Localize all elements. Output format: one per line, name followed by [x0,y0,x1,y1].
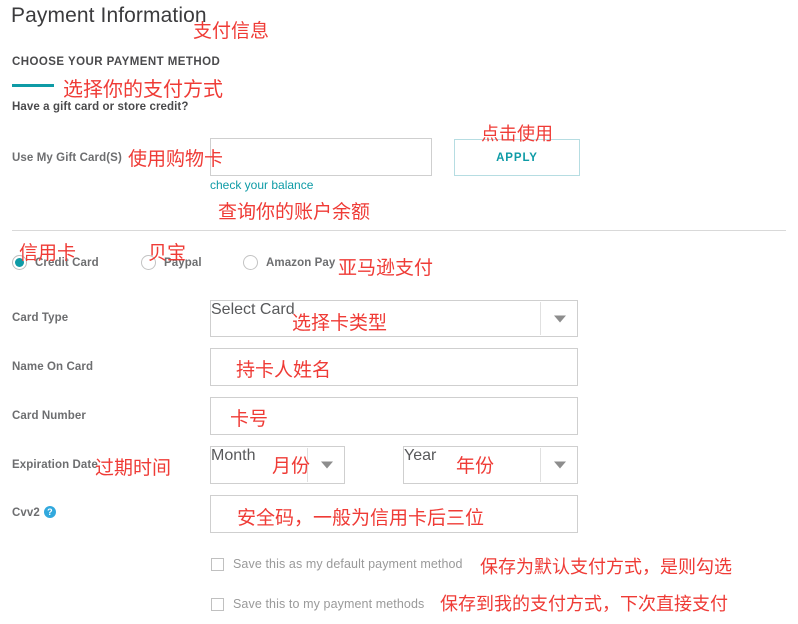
card-type-label: Card Type [12,312,69,324]
annotation-text: 过期时间 [95,457,172,479]
check-balance-link[interactable]: check your balance [210,178,313,192]
checkbox-label-save-payment-method: Save this to my payment methods [233,597,425,611]
radio-icon-amazon-pay[interactable] [243,255,258,270]
expiration-year-select-divider [540,448,541,482]
annotation-text: 选择卡类型 [292,312,388,334]
name-on-card-label: Name On Card [12,361,94,373]
annotation-text: 信用卡 [19,242,77,264]
card-type-select-divider [540,302,541,335]
annotation-text: 保存到我的支付方式，下次直接支付 [440,594,728,615]
checkbox-row-default-payment[interactable]: Save this as my default payment method [211,557,463,571]
help-question-icon[interactable]: ? [43,506,56,518]
annotation-text: 卡号 [230,408,269,430]
expiration-year-placeholder: Year [404,447,437,464]
annotation-text: 贝宝 [148,242,187,264]
card-type-placeholder: Select Card [211,301,295,318]
checkbox-icon-default-payment[interactable] [211,557,224,571]
gift-card-label: Use My Gift Card(S) [12,152,122,164]
annotation-text: 查询你的账户余额 [218,201,371,223]
section-heading: CHOOSE YOUR PAYMENT METHOD [12,56,221,68]
card-number-label: Card Number [12,410,86,422]
annotation-text: 保存为默认支付方式，是则勾选 [480,557,732,578]
radio-label-amazon-pay: Amazon Pay [266,256,336,269]
checkbox-row-save-payment-method[interactable]: Save this to my payment methods [211,597,424,611]
annotation-text: 安全码，一般为信用卡后三位 [237,507,485,529]
accent-bar [12,84,54,87]
annotation-text: 亚马逊支付 [338,257,434,279]
gift-card-sub-heading: Have a gift card or store credit? [12,101,189,113]
cvv2-label: Cvv2? [12,506,56,520]
annotation-text: 年份 [456,455,495,477]
annotation-text: 使用购物卡 [128,148,224,170]
expiration-date-label: Expiration Date [12,459,98,471]
page-title: Payment Information [11,4,207,27]
chevron-down-icon[interactable] [554,315,566,322]
card-type-select[interactable]: Select Card [210,300,578,337]
chevron-down-icon[interactable] [554,461,566,469]
annotation-text: 点击使用 [481,124,553,145]
cvv2-label-text: Cvv2 [12,507,40,520]
annotation-text: 支付信息 [193,20,270,42]
section-divider [12,230,786,231]
annotation-text: 持卡人姓名 [236,359,332,381]
chevron-down-icon[interactable] [321,461,333,469]
checkbox-icon-save-payment-method[interactable] [211,597,224,611]
radio-option-amazon-pay[interactable]: Amazon Pay [243,255,335,270]
checkbox-label-default-payment: Save this as my default payment method [233,557,463,571]
annotation-text: 月份 [272,455,311,477]
annotation-text: 选择你的支付方式 [63,77,223,101]
gift-card-input[interactable] [210,138,432,176]
payment-information-page: Payment Information CHOOSE YOUR PAYMENT … [0,0,798,624]
expiration-month-placeholder: Month [211,447,256,464]
